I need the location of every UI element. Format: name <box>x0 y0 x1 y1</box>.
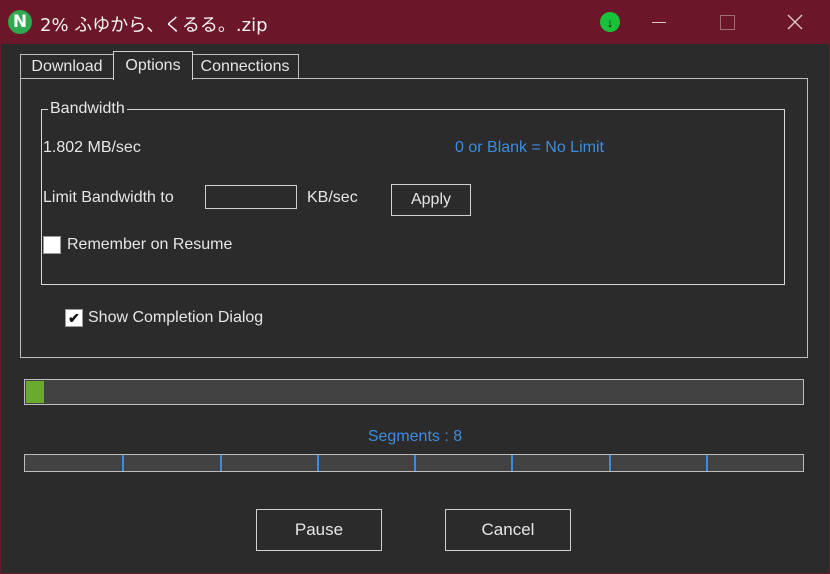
tab-options[interactable]: Options <box>113 51 193 80</box>
minimize-icon <box>652 21 666 23</box>
pause-button[interactable]: Pause <box>256 509 382 551</box>
segment-marker <box>414 455 416 471</box>
bandwidth-group-label: Bandwidth <box>48 100 127 118</box>
segment <box>316 455 414 471</box>
progress-fill <box>26 381 44 403</box>
segment <box>219 455 317 471</box>
cancel-button[interactable]: Cancel <box>445 509 571 551</box>
segment <box>25 455 122 471</box>
remember-on-resume-label[interactable]: Remember on Resume <box>67 236 232 254</box>
current-rate: 1.802 MB/sec <box>43 139 141 156</box>
title-bar[interactable]: N 2% ふゆから、くるる。.zip ↓ <box>0 0 830 44</box>
window-title: 2% ふゆから、くるる。.zip <box>40 15 268 36</box>
options-panel: Bandwidth 1.802 MB/sec 0 or Blank = No L… <box>20 78 808 358</box>
segment-marker <box>219 455 222 471</box>
download-arrow-icon[interactable]: ↓ <box>600 12 620 32</box>
close-icon <box>787 14 803 30</box>
segment <box>414 455 511 471</box>
tab-download[interactable]: Download <box>20 54 114 79</box>
no-limit-hint: 0 or Blank = No Limit <box>455 139 604 156</box>
close-button[interactable] <box>772 0 818 44</box>
download-progress-bar <box>24 379 804 405</box>
segment <box>608 455 706 471</box>
maximize-button[interactable] <box>704 0 750 44</box>
checkmark-icon: ✔ <box>68 310 80 326</box>
app-logo-icon: N <box>8 10 32 34</box>
segment-marker <box>122 455 125 471</box>
segments-bar <box>24 454 804 472</box>
segment-marker <box>608 455 611 471</box>
minimize-button[interactable] <box>636 0 682 44</box>
limit-unit-label: KB/sec <box>307 189 358 206</box>
segments-label: Segments : 8 <box>367 428 463 445</box>
show-completion-checkbox[interactable]: ✔ <box>65 309 83 327</box>
limit-bandwidth-input[interactable] <box>205 185 297 209</box>
segment <box>511 455 608 471</box>
segment-marker <box>511 455 514 471</box>
segment-marker <box>316 455 319 471</box>
remember-on-resume-checkbox[interactable] <box>43 236 61 254</box>
tab-connections[interactable]: Connections <box>191 54 299 79</box>
limit-bandwidth-label: Limit Bandwidth to <box>43 189 174 206</box>
maximize-icon <box>719 14 735 30</box>
segment <box>122 455 219 471</box>
segment <box>705 455 803 471</box>
show-completion-label[interactable]: Show Completion Dialog <box>88 309 263 327</box>
segment-marker <box>705 455 708 471</box>
apply-button[interactable]: Apply <box>391 184 471 216</box>
